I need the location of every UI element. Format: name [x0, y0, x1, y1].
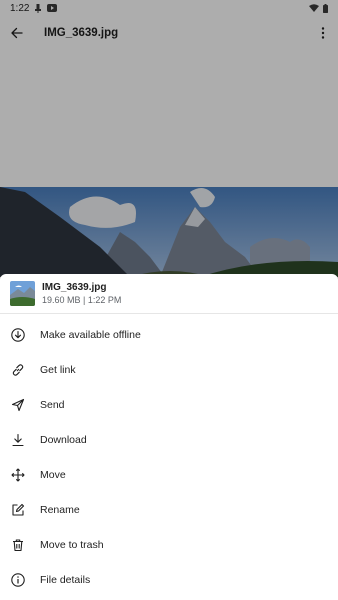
send-icon [10, 397, 26, 413]
file-actions-bottom-sheet: IMG_3639.jpg 19.60 MB | 1:22 PM Make ava… [0, 274, 338, 600]
trash-icon [10, 537, 26, 553]
actions-menu: Make available offline Get link Send Dow… [0, 317, 338, 597]
rename-icon [10, 502, 26, 518]
file-info-header: IMG_3639.jpg 19.60 MB | 1:22 PM [0, 274, 338, 314]
move-item[interactable]: Move [0, 457, 338, 492]
move-to-trash-item[interactable]: Move to trash [0, 527, 338, 562]
menu-label: Make available offline [40, 328, 141, 341]
download-icon [10, 432, 26, 448]
menu-label: Download [40, 433, 87, 446]
send-item[interactable]: Send [0, 387, 338, 422]
menu-label: Rename [40, 503, 80, 516]
move-icon [10, 467, 26, 483]
menu-label: File details [40, 573, 91, 586]
menu-label: Move to trash [40, 538, 104, 551]
file-details-item[interactable]: File details [0, 562, 338, 597]
file-meta: 19.60 MB | 1:22 PM [42, 295, 122, 305]
rename-item[interactable]: Rename [0, 492, 338, 527]
link-icon [10, 362, 26, 378]
menu-label: Move [40, 468, 66, 481]
file-name: IMG_3639.jpg [42, 282, 107, 293]
file-thumbnail [10, 281, 35, 306]
get-link-item[interactable]: Get link [0, 352, 338, 387]
make-available-offline-item[interactable]: Make available offline [0, 317, 338, 352]
download-item[interactable]: Download [0, 422, 338, 457]
info-icon [10, 572, 26, 588]
menu-label: Send [40, 398, 65, 411]
offline-download-icon [10, 327, 26, 343]
menu-label: Get link [40, 363, 76, 376]
